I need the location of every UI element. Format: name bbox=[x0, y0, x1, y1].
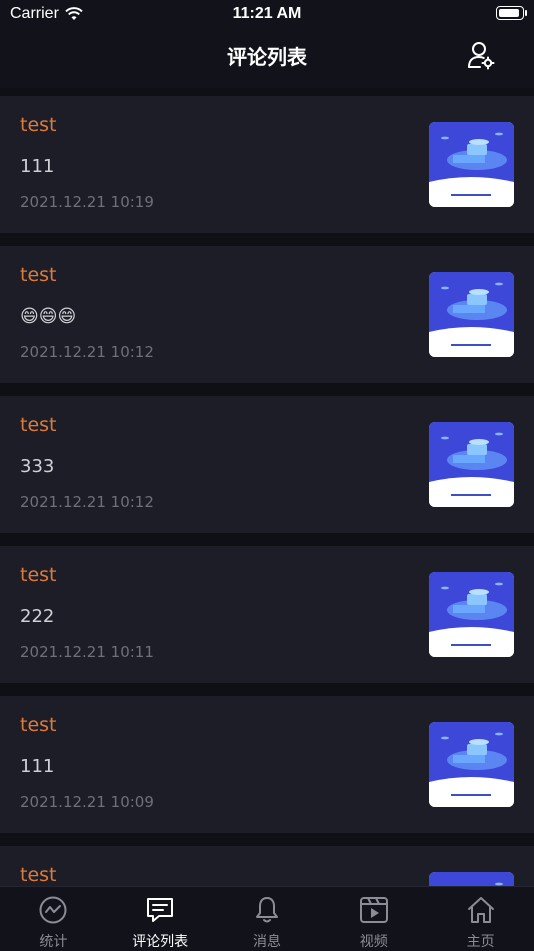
user-settings-icon[interactable] bbox=[466, 40, 496, 70]
tab-home[interactable]: 主页 bbox=[427, 887, 534, 951]
comment-card[interactable]: test bbox=[0, 846, 534, 886]
video-thumbnail[interactable] bbox=[429, 872, 514, 886]
comment-text: 333 bbox=[20, 456, 55, 477]
tab-stats[interactable]: 统计 bbox=[0, 887, 107, 951]
comment-author: test bbox=[20, 564, 57, 586]
comment-author: test bbox=[20, 864, 57, 886]
tab-video[interactable]: 视频 bbox=[320, 887, 427, 951]
comment-text: 111 bbox=[20, 156, 55, 177]
comment-card[interactable]: test 222 2021.12.21 10:11 bbox=[0, 546, 534, 683]
comment-text: 😄😄😄 bbox=[20, 306, 77, 327]
comment-text: 222 bbox=[20, 606, 55, 627]
stats-icon bbox=[39, 896, 67, 924]
comment-author: test bbox=[20, 714, 57, 736]
comment-author: test bbox=[20, 264, 57, 286]
tab-comments[interactable]: 评论列表 bbox=[107, 887, 214, 951]
comment-list[interactable]: test 111 2021.12.21 10:19 test 😄😄😄 2021.… bbox=[0, 96, 534, 886]
comment-card[interactable]: test 111 2021.12.21 10:19 bbox=[0, 96, 534, 233]
comment-card[interactable]: test 😄😄😄 2021.12.21 10:12 bbox=[0, 246, 534, 383]
clock: 11:21 AM bbox=[232, 5, 302, 22]
tab-label: 视频 bbox=[359, 934, 388, 950]
video-icon bbox=[359, 897, 388, 923]
video-thumbnail[interactable] bbox=[429, 572, 514, 657]
comment-time: 2021.12.21 10:12 bbox=[20, 493, 154, 511]
comment-time: 2021.12.21 10:12 bbox=[20, 343, 154, 361]
comment-time: 2021.12.21 10:11 bbox=[20, 643, 154, 661]
comment-card[interactable]: test 333 2021.12.21 10:12 bbox=[0, 396, 534, 533]
comment-card[interactable]: test 111 2021.12.21 10:09 bbox=[0, 696, 534, 833]
tab-label: 主页 bbox=[466, 934, 495, 950]
video-thumbnail[interactable] bbox=[429, 422, 514, 507]
video-thumbnail[interactable] bbox=[429, 722, 514, 807]
tab-messages[interactable]: 消息 bbox=[214, 887, 321, 951]
video-thumbnail[interactable] bbox=[429, 272, 514, 357]
comment-icon bbox=[147, 898, 174, 922]
tab-bar: 统计 评论列表 消息 视频 主页 bbox=[0, 886, 534, 951]
comment-time: 2021.12.21 10:19 bbox=[20, 193, 154, 211]
bell-icon bbox=[255, 897, 278, 923]
home-icon bbox=[467, 897, 494, 923]
comment-time: 2021.12.21 10:09 bbox=[20, 793, 154, 811]
comment-author: test bbox=[20, 414, 57, 436]
status-bar: Carrier 11:21 AM bbox=[0, 0, 534, 28]
comment-text: 111 bbox=[20, 756, 55, 777]
tab-label: 消息 bbox=[252, 934, 281, 950]
battery-icon bbox=[496, 6, 527, 20]
comment-author: test bbox=[20, 114, 57, 136]
nav-bar: 评论列表 bbox=[0, 28, 534, 88]
page-title: 评论列表 bbox=[227, 45, 307, 69]
tab-label: 统计 bbox=[39, 934, 68, 950]
video-thumbnail[interactable] bbox=[429, 122, 514, 207]
tab-label: 评论列表 bbox=[132, 934, 189, 950]
